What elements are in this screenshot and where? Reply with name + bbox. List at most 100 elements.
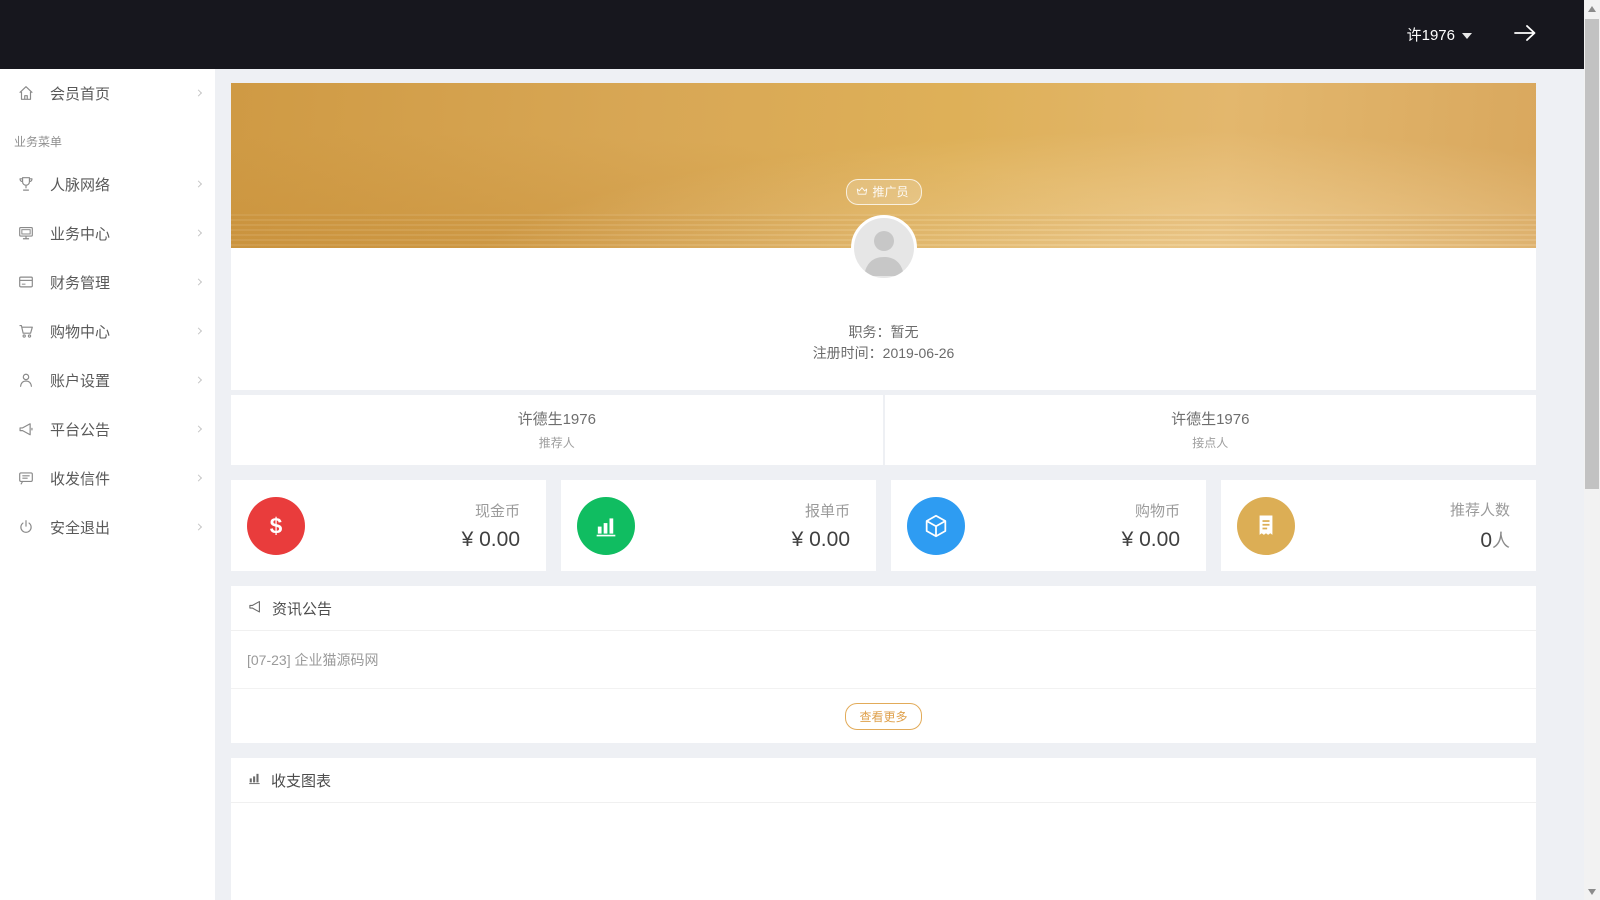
referrer-cell: 许德生1976 推荐人 bbox=[231, 395, 883, 465]
notice-card: 资讯公告 [07-23] 企业猫源码网 查看更多 bbox=[231, 586, 1536, 743]
power-icon bbox=[17, 518, 35, 536]
triangle-down-icon bbox=[1588, 889, 1596, 895]
chevron-right-icon bbox=[195, 278, 202, 285]
sidebar-item-business-center[interactable]: 业务中心 bbox=[0, 209, 215, 257]
chart-body bbox=[231, 803, 1536, 900]
sidebar: 会员首页 业务菜单 人脉网络 业务中心 财务管理 bbox=[0, 69, 215, 900]
stat-amount: ¥ 0.00 bbox=[792, 528, 850, 551]
chevron-right-icon bbox=[195, 474, 202, 481]
referrer-name: 许德生1976 bbox=[231, 408, 883, 429]
stat-card-referrals: 推荐人数 0人 bbox=[1221, 480, 1536, 571]
bar-chart-icon bbox=[247, 770, 263, 790]
scroll-down-button[interactable] bbox=[1584, 883, 1600, 900]
sidebar-item-shopping[interactable]: 购物中心 bbox=[0, 307, 215, 355]
sidebar-item-label: 账户设置 bbox=[50, 370, 110, 391]
chevron-right-icon bbox=[195, 180, 202, 187]
chevron-right-icon bbox=[195, 425, 202, 432]
logout-arrow-button[interactable] bbox=[1512, 22, 1538, 47]
arrow-right-icon bbox=[1512, 22, 1538, 47]
stat-card-shopping: 购物币 ¥ 0.00 bbox=[891, 480, 1206, 571]
stat-amount: 0 bbox=[1480, 529, 1492, 552]
main-content: 推广员 职务：暂无 注册时间：2019-06-26 许德生1976 推荐人 许德… bbox=[215, 69, 1584, 900]
home-icon bbox=[17, 84, 35, 102]
vertical-scrollbar[interactable] bbox=[1584, 0, 1600, 900]
notice-title: 资讯公告 bbox=[272, 598, 332, 619]
chevron-right-icon bbox=[195, 327, 202, 334]
stat-unit: 人 bbox=[1492, 531, 1510, 551]
stat-text: 推荐人数 0人 bbox=[1450, 499, 1510, 553]
stat-card-orders: 报单币 ¥ 0.00 bbox=[561, 480, 876, 571]
notice-list-item[interactable]: [07-23] 企业猫源码网 bbox=[231, 631, 1536, 689]
sidebar-item-finance[interactable]: 财务管理 bbox=[0, 258, 215, 306]
credit-card-icon bbox=[17, 273, 35, 291]
sidebar-item-logout[interactable]: 安全退出 bbox=[0, 503, 215, 551]
avatar[interactable] bbox=[851, 215, 917, 281]
notice-header: 资讯公告 bbox=[231, 586, 1536, 631]
chart-card: 收支图表 bbox=[231, 758, 1536, 900]
contact-name: 许德生1976 bbox=[885, 408, 1537, 429]
user-icon bbox=[17, 371, 35, 389]
sidebar-item-label: 业务中心 bbox=[50, 223, 110, 244]
scrollbar-thumb[interactable] bbox=[1585, 19, 1599, 489]
view-more-button[interactable]: 查看更多 bbox=[845, 703, 921, 730]
stat-card-cash: $ 现金币 ¥ 0.00 bbox=[231, 480, 546, 571]
chevron-right-icon bbox=[195, 376, 202, 383]
stat-text: 购物币 ¥ 0.00 bbox=[1122, 500, 1180, 552]
chart-header: 收支图表 bbox=[231, 758, 1536, 803]
megaphone-icon bbox=[17, 420, 35, 438]
stat-text: 报单币 ¥ 0.00 bbox=[792, 500, 850, 552]
sidebar-item-account-settings[interactable]: 账户设置 bbox=[0, 356, 215, 404]
username: 许1976 bbox=[1407, 24, 1455, 45]
megaphone-icon bbox=[247, 598, 264, 619]
contact-role-label: 接点人 bbox=[885, 434, 1537, 451]
message-icon bbox=[17, 469, 35, 487]
stat-value: 0人 bbox=[1450, 527, 1510, 553]
referrer-role-label: 推荐人 bbox=[231, 434, 883, 451]
sidebar-section-label: 业务菜单 bbox=[0, 117, 215, 160]
top-bar: 许1976 bbox=[0, 0, 1584, 69]
chevron-right-icon bbox=[195, 89, 202, 96]
bar-chart-icon bbox=[577, 497, 635, 555]
dollar-icon: $ bbox=[247, 497, 305, 555]
monitor-icon bbox=[17, 224, 35, 242]
receipt-icon bbox=[1237, 497, 1295, 555]
contact-cell: 许德生1976 接点人 bbox=[885, 395, 1537, 465]
stat-text: 现金币 ¥ 0.00 bbox=[462, 500, 520, 552]
stat-label: 推荐人数 bbox=[1450, 499, 1510, 520]
member-level-badge[interactable]: 推广员 bbox=[845, 179, 921, 205]
sidebar-item-network[interactable]: 人脉网络 bbox=[0, 160, 215, 208]
stats-row: $ 现金币 ¥ 0.00 报单币 ¥ 0.00 bbox=[231, 480, 1536, 571]
sidebar-item-label: 会员首页 bbox=[50, 83, 110, 104]
chart-title: 收支图表 bbox=[271, 770, 331, 791]
stat-value: ¥ 0.00 bbox=[1122, 528, 1180, 552]
notice-footer: 查看更多 bbox=[231, 689, 1536, 743]
stat-amount: ¥ 0.00 bbox=[1122, 528, 1180, 551]
scroll-up-button[interactable] bbox=[1584, 0, 1600, 17]
sidebar-item-label: 平台公告 bbox=[50, 419, 110, 440]
cube-icon bbox=[907, 497, 965, 555]
sidebar-item-mail[interactable]: 收发信件 bbox=[0, 454, 215, 502]
profile-card: 推广员 职务：暂无 注册时间：2019-06-26 bbox=[231, 83, 1536, 390]
trophy-icon bbox=[17, 175, 35, 193]
cart-icon bbox=[17, 322, 35, 340]
sidebar-item-member-home[interactable]: 会员首页 bbox=[0, 69, 215, 117]
app-window: 许1976 会员首页 业务菜单 人脉网络 bbox=[0, 0, 1584, 900]
sidebar-item-label: 财务管理 bbox=[50, 272, 110, 293]
chevron-right-icon bbox=[195, 229, 202, 236]
sidebar-item-label: 安全退出 bbox=[50, 517, 110, 538]
triangle-up-icon bbox=[1588, 6, 1596, 12]
relations-row: 许德生1976 推荐人 许德生1976 接点人 bbox=[231, 395, 1536, 465]
stat-label: 购物币 bbox=[1122, 500, 1180, 521]
stat-label: 报单币 bbox=[792, 500, 850, 521]
sidebar-item-announcements[interactable]: 平台公告 bbox=[0, 405, 215, 453]
chevron-right-icon bbox=[195, 523, 202, 530]
crown-icon bbox=[855, 185, 867, 199]
sidebar-item-label: 人脉网络 bbox=[50, 174, 110, 195]
user-dropdown[interactable]: 许1976 bbox=[1407, 24, 1472, 45]
chevron-down-icon bbox=[1462, 33, 1472, 39]
svg-text:$: $ bbox=[270, 513, 283, 538]
stat-label: 现金币 bbox=[462, 500, 520, 521]
position-text: 职务：暂无 bbox=[231, 322, 1536, 343]
stat-amount: ¥ 0.00 bbox=[462, 528, 520, 551]
profile-banner: 推广员 bbox=[231, 83, 1536, 248]
